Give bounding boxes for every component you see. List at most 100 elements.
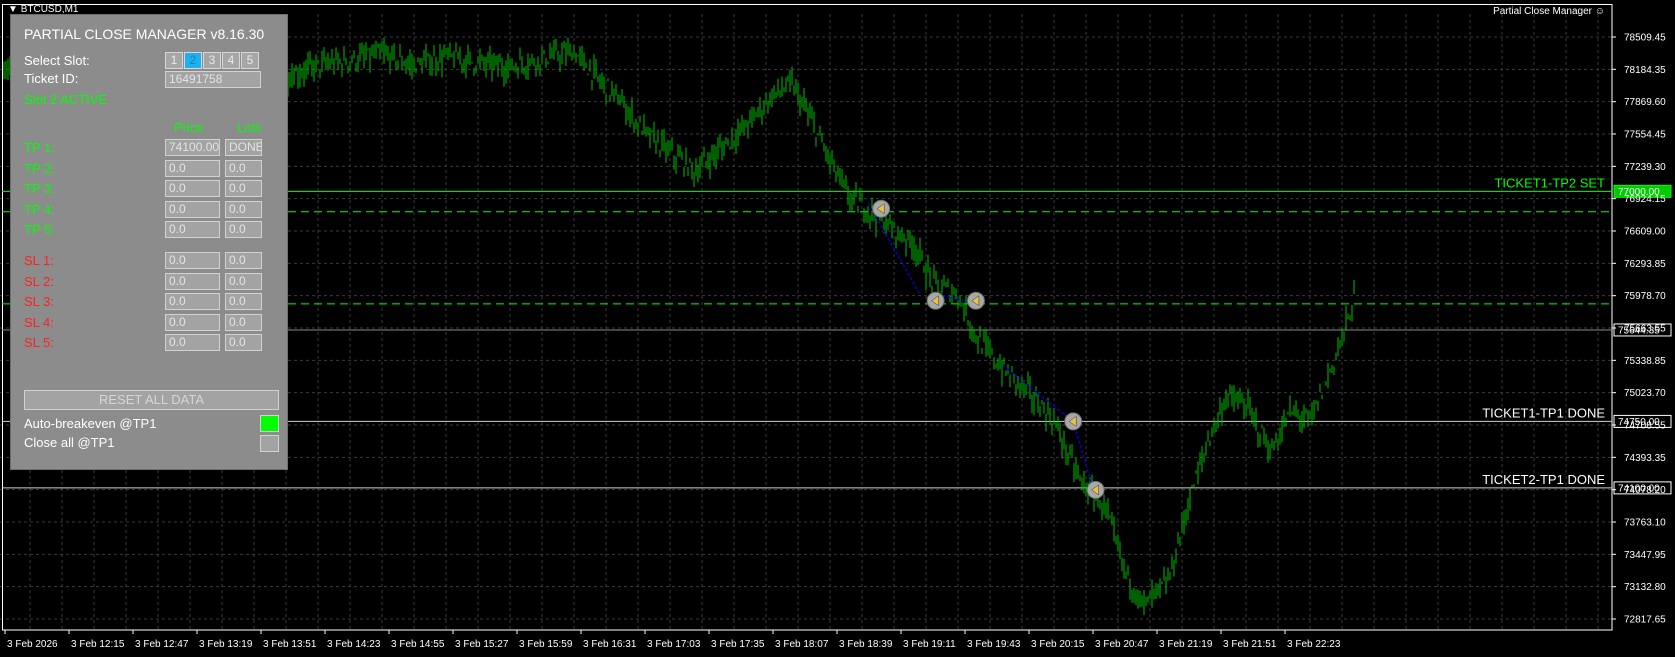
price-tick-label: 74708.55 [1624,421,1666,432]
price-tick-label: 74078.20 [1624,485,1666,496]
time-tick-label: 3 Feb 20:15 [1031,639,1085,650]
time-tick-label: 3 Feb 13:51 [263,639,317,650]
time-tick-label: 3 Feb 12:47 [135,639,189,650]
price-tick-label: 76609.00 [1624,227,1666,238]
tp-lots-field-4[interactable]: 0.0 [225,200,262,218]
trade-marker-icon[interactable] [966,291,985,310]
sl-price-field-2[interactable]: 0.0 [165,272,220,290]
price-tick-label: 76293.85 [1624,259,1666,270]
time-tick-label: 3 Feb 17:35 [711,639,765,650]
tp-label-3: TP 3: [24,181,55,197]
trend-lines [867,203,1094,488]
auto-breakeven-label: Auto-breakeven @TP1 [24,416,157,431]
trade-marker-icon[interactable] [926,291,945,310]
tp-lots-field-1[interactable]: DONE [225,139,262,156]
close-all-label: Close all @TP1 [24,435,115,450]
slot-button-1[interactable]: 1 [165,52,183,69]
tp-price-field-4[interactable]: 0.0 [165,200,220,218]
time-axis: 3 Feb 2026 3 Feb 12:15 3 Feb 12:47 3 Feb 13… [4,630,1341,650]
tp-label-2: TP 2: [24,160,55,176]
select-slot-label: Select Slot: [24,53,90,68]
tp-lots-field-3[interactable]: 0.0 [225,180,262,198]
tp-price-field-2[interactable]: 0.0 [165,159,220,177]
price-tick-label: 77239.30 [1624,162,1666,173]
tp-price-field-1[interactable]: 74100.00 [165,139,220,156]
tp-label-5: TP 5: [24,222,55,238]
slot-button-4[interactable]: 4 [222,52,240,69]
sl-lots-field-1[interactable]: 0.0 [225,252,262,269]
tp-lots-field-2[interactable]: 0.0 [225,159,262,177]
sl-label-5: SL 5: [24,335,54,351]
time-tick-label: 3 Feb 17:03 [647,639,701,650]
tp-label-4: TP 4: [24,201,55,217]
time-tick-label: 3 Feb 14:55 [391,639,445,650]
sl-label-1: SL 1: [24,253,54,268]
price-tick-label: 76924.15 [1624,194,1666,205]
slot-button-2[interactable]: 2 [184,52,202,69]
tp-lots-field-5[interactable]: 0.0 [225,221,262,239]
hline-label: TICKET1-TP2 SET [1494,175,1605,190]
time-tick-label: 3 Feb 19:11 [903,639,956,650]
sl-label-3: SL 3: [24,294,54,310]
time-tick-label: 3 Feb 22:23 [1287,639,1341,650]
time-tick-label: 3 Feb 21:19 [1159,639,1213,650]
time-tick-label: 3 Feb 18:07 [775,639,829,650]
price-tick-label: 73447.95 [1624,550,1666,561]
tp-price-field-5[interactable]: 0.0 [165,221,220,239]
trade-marker-icon[interactable] [1086,480,1105,499]
sl-lots-field-4[interactable]: 0.0 [225,313,262,331]
time-tick-label: 3 Feb 21:51 [1223,639,1277,650]
sl-lots-field-2[interactable]: 0.0 [225,272,262,290]
price-tick-label: 75978.70 [1624,291,1666,302]
trade-marker-icon[interactable] [872,199,891,218]
time-tick-label: 3 Feb 13:19 [199,639,253,650]
hline-label: TICKET1-TP1 DONE [1482,405,1605,420]
ea-name-label: Partial Close Manager ☺ [1493,6,1605,17]
time-tick-label: 3 Feb 2026 [7,639,58,650]
price-tick-label: 73132.80 [1624,582,1666,593]
sl-price-field-4[interactable]: 0.0 [165,313,220,331]
tp-price-field-3[interactable]: 0.0 [165,180,220,198]
trade-marker-icon[interactable] [1064,412,1083,431]
sl-price-field-5[interactable]: 0.0 [165,334,220,352]
auto-breakeven-checkbox[interactable] [260,415,279,432]
price-tick-label: 75338.85 [1624,356,1666,367]
slot-status: Slot 2 ACTIVE [24,92,108,107]
sl-label-2: SL 2: [24,273,54,289]
time-tick-label: 3 Feb 15:27 [455,639,509,650]
price-tick-label: 73763.10 [1624,518,1666,529]
price-tick-label: 78184.35 [1624,65,1666,76]
slot-button-5[interactable]: 5 [241,52,259,69]
sl-lots-field-5[interactable]: 0.0 [225,334,262,352]
smiley-icon: ☺ [1594,6,1605,17]
price-tick-label: 74393.35 [1624,453,1666,464]
slot-button-3[interactable]: 3 [203,52,221,69]
time-tick-label: 3 Feb 20:47 [1095,639,1149,650]
ea-name-text: Partial Close Manager [1493,6,1592,17]
price-tick-label: 75023.70 [1624,388,1666,399]
sl-label-4: SL 4: [24,314,54,330]
time-tick-label: 3 Feb 12:15 [71,639,125,650]
price-tick-label: 72817.65 [1624,615,1666,626]
price-header: Price [174,120,204,135]
time-tick-label: 3 Feb 18:39 [839,639,893,650]
sl-lots-field-3[interactable]: 0.0 [225,293,262,311]
sl-price-field-3[interactable]: 0.0 [165,293,220,311]
time-tick-label: 3 Feb 15:59 [519,639,573,650]
price-tick-label: 77554.45 [1624,130,1666,141]
price-tick-label: 78509.45 [1624,33,1666,44]
partial-close-panel: PARTIAL CLOSE MANAGER v8.16.30 Select Sl… [10,14,288,470]
tp-label-1: TP 1: [24,140,55,155]
ticket-id-label: Ticket ID: [24,71,79,86]
time-tick-label: 3 Feb 19:43 [967,639,1021,650]
close-all-checkbox[interactable] [260,435,279,452]
time-tick-label: 3 Feb 16:31 [583,639,637,650]
lots-header: Lots [237,120,262,135]
trade-trend-line [1002,364,1074,422]
ticket-id-field[interactable]: 16491758 [165,71,261,88]
reset-all-button[interactable]: RESET ALL DATA [24,390,279,410]
hline-label: TICKET2-TP1 DONE [1482,472,1605,487]
panel-title: PARTIAL CLOSE MANAGER v8.16.30 [24,26,265,42]
price-tick-label: 75663.55 [1624,324,1666,335]
sl-price-field-1[interactable]: 0.0 [165,252,220,269]
